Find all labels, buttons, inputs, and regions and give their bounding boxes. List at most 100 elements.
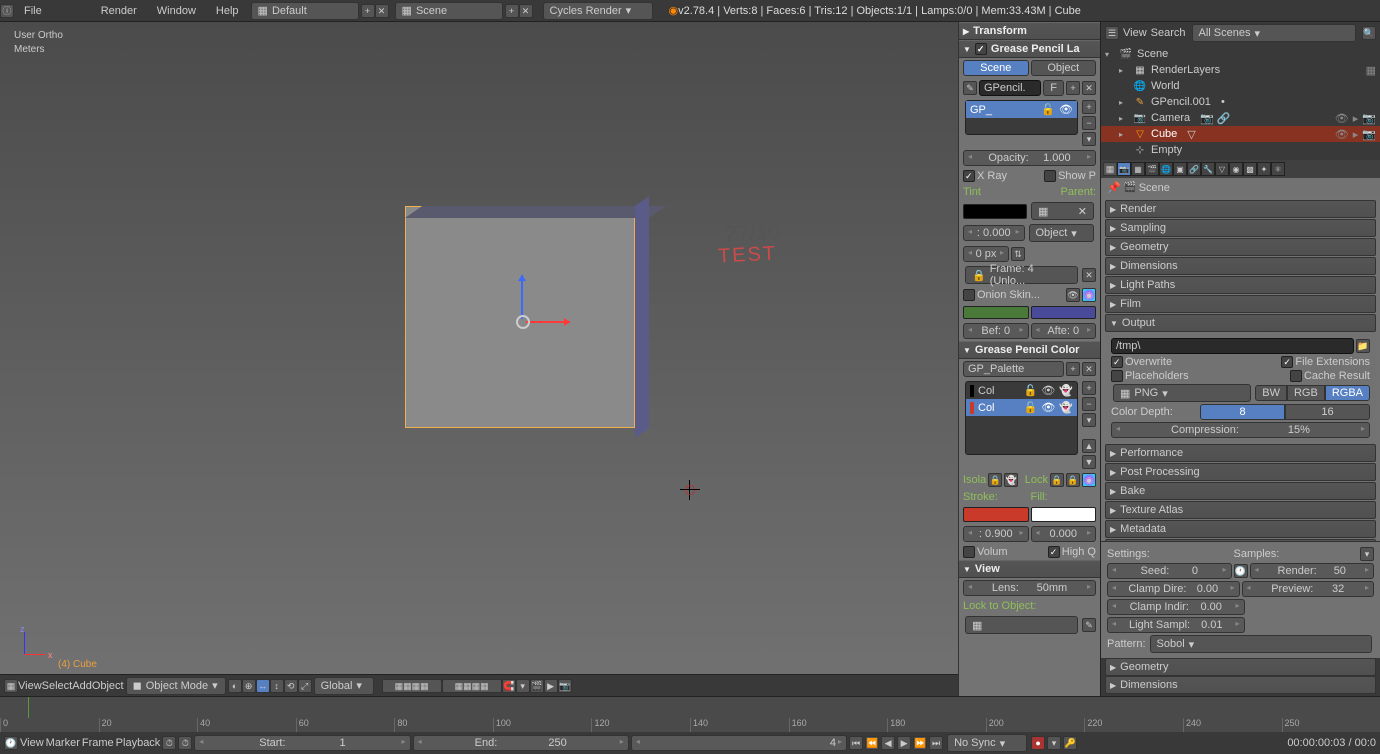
- tree-camera[interactable]: Camera: [1151, 112, 1190, 124]
- lock-all-1[interactable]: 🔒: [1050, 473, 1064, 487]
- start-frame[interactable]: Start:1: [194, 735, 410, 751]
- menu-help[interactable]: Help: [206, 5, 249, 17]
- timeline-editor-icon[interactable]: 🕐: [4, 736, 18, 750]
- tint-factor[interactable]: : 0.000: [963, 225, 1025, 241]
- palette-color-remove[interactable]: −: [1082, 397, 1096, 411]
- lock-all-2[interactable]: 🔒: [1066, 473, 1080, 487]
- render-anim-icon[interactable]: ▶: [544, 679, 558, 693]
- palette-unlink[interactable]: ✕: [1082, 362, 1096, 376]
- shading-dropdown[interactable]: ◐: [228, 679, 242, 693]
- tab-particles[interactable]: ✦: [1257, 162, 1271, 176]
- isolate-lock[interactable]: 🔒: [988, 473, 1002, 487]
- panel-lightpaths[interactable]: ▶Light Paths: [1105, 276, 1376, 294]
- keyinsert-icon[interactable]: 🔑: [1063, 736, 1077, 750]
- panel-geometry[interactable]: ▶Geometry: [1105, 238, 1376, 256]
- tl-view[interactable]: View: [20, 737, 44, 749]
- jump-keyprev[interactable]: ⏪: [865, 736, 879, 750]
- tab-material[interactable]: ◉: [1229, 162, 1243, 176]
- manipulator-translate[interactable]: ↕: [270, 679, 284, 693]
- tab-world[interactable]: 🌐: [1159, 162, 1173, 176]
- col-lock-icon[interactable]: 🔓: [1024, 384, 1038, 397]
- gp-layer-add[interactable]: +: [1082, 100, 1096, 114]
- gp-fakeuser[interactable]: F: [1043, 80, 1064, 96]
- stroke-alpha[interactable]: : 0.900: [963, 526, 1029, 542]
- colordepth-16[interactable]: 16: [1285, 404, 1370, 420]
- keyset-dropdown[interactable]: ▾: [1047, 736, 1061, 750]
- clamp-direct-field[interactable]: Clamp Dire:0.00: [1107, 581, 1240, 597]
- panel-texatlas[interactable]: ▶Texture Atlas: [1105, 501, 1376, 519]
- render-preview[interactable]: 🎬: [530, 679, 544, 693]
- panel-view-header[interactable]: ▼View: [959, 560, 1100, 578]
- gp-frame-delete[interactable]: ✕: [1082, 268, 1096, 282]
- palette-color-add[interactable]: +: [1082, 381, 1096, 395]
- panel-output[interactable]: ▼Output: [1105, 314, 1376, 332]
- tab-data[interactable]: ▽: [1215, 162, 1229, 176]
- parent-type[interactable]: Object ▾: [1029, 224, 1095, 242]
- 3d-cursor[interactable]: [680, 480, 700, 500]
- jump-end[interactable]: ⏭: [929, 736, 943, 750]
- sync-dropdown[interactable]: No Sync ▾: [947, 734, 1027, 752]
- col-hide-icon-2[interactable]: 👁: [1041, 401, 1055, 414]
- seed-field[interactable]: Seed:0: [1107, 563, 1232, 579]
- play-reverse[interactable]: ◀: [881, 736, 895, 750]
- gp-datablock-icon[interactable]: ✎: [963, 81, 977, 95]
- onion-extra1[interactable]: 👁: [1066, 288, 1080, 302]
- panel-metadata[interactable]: ▶Metadata: [1105, 520, 1376, 538]
- vh-select[interactable]: Select: [42, 680, 73, 692]
- fileext-check[interactable]: [1281, 356, 1293, 368]
- overwrite-check[interactable]: [1111, 356, 1123, 368]
- fill-alpha[interactable]: 0.000: [1031, 526, 1097, 542]
- onion-check[interactable]: [963, 289, 975, 301]
- tree-cube[interactable]: Cube: [1151, 128, 1177, 140]
- lens-field[interactable]: Lens:50mm: [963, 580, 1096, 596]
- play[interactable]: ▶: [897, 736, 911, 750]
- seed-clock-icon[interactable]: 🕐: [1234, 564, 1248, 578]
- outliner-view[interactable]: View: [1123, 27, 1147, 39]
- snap-toggle[interactable]: 🧲: [502, 679, 516, 693]
- scene-add[interactable]: +: [505, 4, 519, 18]
- tab-texture[interactable]: ▩: [1243, 162, 1257, 176]
- gp-layer-remove[interactable]: −: [1082, 116, 1096, 130]
- cache-check[interactable]: [1290, 370, 1302, 382]
- onion-before-color[interactable]: [963, 306, 1029, 319]
- manipulator-rotate[interactable]: ⟲: [284, 679, 298, 693]
- tab-constraints[interactable]: 🔗: [1187, 162, 1201, 176]
- gp-owner-scene[interactable]: Scene: [963, 60, 1029, 76]
- clamp-indirect-field[interactable]: Clamp Indir:0.00: [1107, 599, 1245, 615]
- current-frame[interactable]: 4: [631, 735, 847, 751]
- colormode-bw[interactable]: BW: [1255, 385, 1287, 401]
- scene-delete[interactable]: ✕: [519, 4, 533, 18]
- tab-modifiers[interactable]: 🔧: [1201, 162, 1215, 176]
- gp-layers-enable[interactable]: [975, 43, 987, 55]
- palette-color-row-1[interactable]: Col 🔓 👁 👻: [966, 382, 1077, 399]
- palette-name[interactable]: GP_Palette: [963, 361, 1064, 377]
- snap-type[interactable]: ▾: [516, 679, 530, 693]
- compression-field[interactable]: Compression:15%: [1111, 422, 1370, 438]
- onion-after-color[interactable]: [1031, 306, 1097, 319]
- scene-dropdown[interactable]: ▦ Scene: [395, 2, 503, 20]
- mode-dropdown[interactable]: ◼ Object Mode ▾: [126, 677, 226, 695]
- vh-add[interactable]: Add: [72, 680, 92, 692]
- format-dropdown[interactable]: ▦ PNG ▾: [1113, 384, 1251, 402]
- thickness-icon[interactable]: ⇅: [1011, 247, 1025, 261]
- lock-object-eyedrop[interactable]: ✎: [1082, 618, 1096, 632]
- palette-color-row-2[interactable]: Col 🔓 👁 👻: [966, 399, 1077, 416]
- gp-showp-check[interactable]: [1044, 170, 1056, 182]
- editor-type-icon[interactable]: ⓘ: [0, 4, 14, 18]
- menu-render[interactable]: Render: [91, 5, 147, 17]
- 3d-viewport[interactable]: User Ortho Meters 27/10 TEST z x (4) Cub…: [0, 22, 958, 696]
- panel-geometry2[interactable]: ▶Geometry: [1105, 658, 1376, 676]
- tab-renderlayers[interactable]: ▦: [1131, 162, 1145, 176]
- outliner-filter[interactable]: All Scenes ▾: [1192, 24, 1356, 42]
- onion-before[interactable]: Bef: 0: [963, 323, 1029, 339]
- col-hide-icon[interactable]: 👁: [1041, 384, 1055, 397]
- render-engine-dropdown[interactable]: Cycles Render ▾: [543, 2, 653, 20]
- highq-check[interactable]: [1048, 546, 1060, 558]
- screen-layout-dropdown[interactable]: ▦ Default: [251, 2, 359, 20]
- gp-xray-check[interactable]: [963, 170, 975, 182]
- tree-gpencil[interactable]: GPencil.001: [1151, 96, 1211, 108]
- breadcrumb-scene[interactable]: Scene: [1139, 182, 1170, 194]
- onion-extra2[interactable]: ◉: [1082, 288, 1096, 302]
- outliner-tree[interactable]: ▾🎬Scene ▸▦RenderLayers▦ 🌐World ▸✎GPencil…: [1101, 44, 1380, 160]
- layer-button[interactable]: ▦▦▦▦: [382, 679, 442, 693]
